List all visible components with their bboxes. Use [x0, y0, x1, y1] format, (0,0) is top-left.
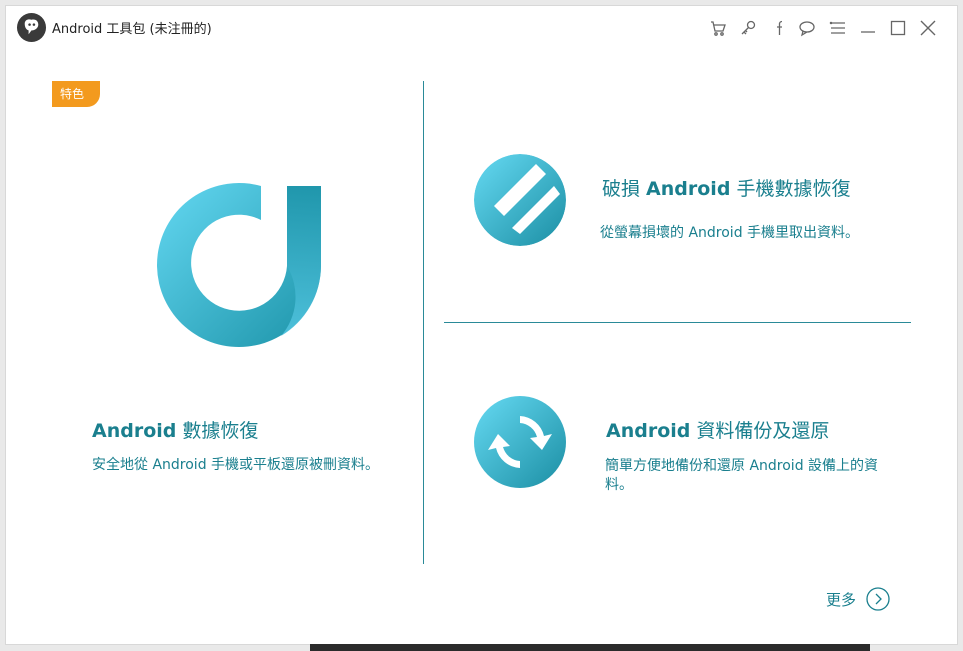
more-label: 更多 [826, 590, 857, 609]
title-bar: Android 工具包 (未注冊的) [6, 6, 957, 50]
android-backup-restore-card[interactable]: Android 資料備份及還原 簡單方便地備份和還原 Android 設備上的資… [466, 388, 926, 508]
broken-description: 從螢幕損壞的 Android 手機里取出資料。 [600, 225, 860, 241]
facebook-icon [777, 20, 783, 35]
broken-android-logo-icon [474, 154, 566, 246]
titlebar-icons [703, 15, 943, 41]
facebook-button[interactable] [763, 15, 793, 41]
app-logo-icon [16, 12, 47, 43]
register-button[interactable] [733, 15, 763, 41]
broken-android-recovery-card[interactable]: 破損 Android 手機數據恢復 從螢幕損壞的 Android 手機里取出資料… [466, 146, 926, 266]
feedback-button[interactable] [793, 15, 823, 41]
minimize-button[interactable] [853, 15, 883, 41]
close-icon [920, 20, 936, 36]
menu-button[interactable] [823, 15, 853, 41]
minimize-icon [861, 31, 875, 33]
background-window-edge [310, 644, 870, 651]
cart-icon [711, 21, 726, 36]
app-window: Android 工具包 (未注冊的) 特色 Android 數據恢復 安全地從 … [6, 6, 957, 644]
recovery-description: 安全地從 Android 手機或平板還原被刪資料。 [92, 457, 380, 473]
vertical-divider [423, 81, 424, 564]
backup-title: Android 資料備份及還原 [606, 420, 830, 442]
window-title: Android 工具包 (未注冊的) [52, 22, 212, 37]
broken-title: 破損 Android 手機數據恢復 [602, 178, 851, 200]
close-button[interactable] [913, 15, 943, 41]
horizontal-divider [444, 322, 911, 323]
maximize-icon [890, 20, 906, 36]
backup-restore-logo-icon [474, 396, 566, 488]
more-button[interactable]: 更多 [826, 586, 890, 612]
maximize-button[interactable] [883, 15, 913, 41]
chat-icon [799, 21, 815, 37]
android-data-recovery-card[interactable]: Android 數據恢復 安全地從 Android 手機或平板還原被刪資料。 [6, 50, 423, 570]
backup-description: 簡單方便地備份和還原 Android 設備上的資料。 [605, 458, 879, 493]
menu-icon [829, 21, 845, 34]
cart-button[interactable] [703, 15, 733, 41]
chevron-right-circle-icon [866, 587, 890, 611]
recovery-title: Android 數據恢復 [92, 420, 259, 442]
key-icon [741, 20, 756, 35]
data-recovery-logo-icon [157, 182, 321, 347]
